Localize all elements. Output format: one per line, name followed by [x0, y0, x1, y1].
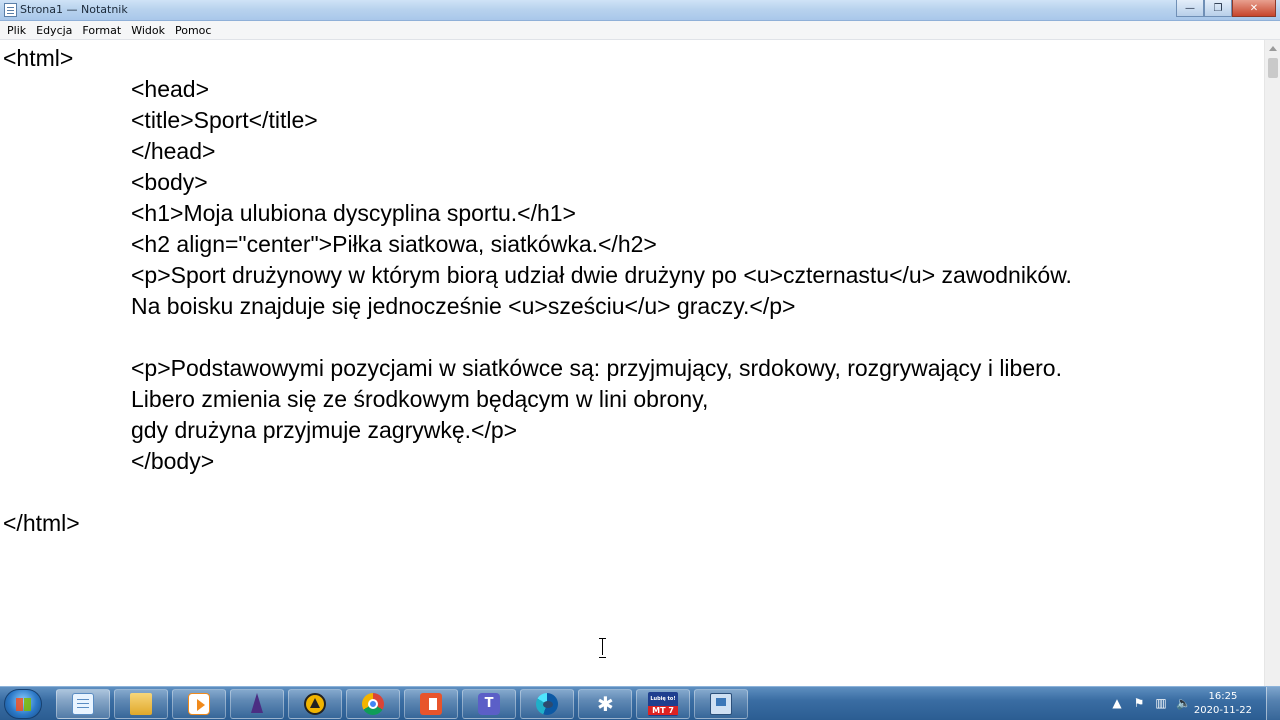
text-editor[interactable]: <html> <head> <title>Sport</title> </hea… — [0, 40, 1264, 686]
taskbar: T Lubię to! MT 7 ▲ ⚑ ▥ 🔈 16:25 2020-11-2… — [0, 686, 1280, 720]
menu-bar: Plik Edycja Format Widok Pomoc — [0, 21, 1280, 40]
chrome-icon — [362, 693, 384, 715]
taskbar-snowflake-app[interactable] — [578, 689, 632, 719]
editor-line: </html> — [3, 510, 80, 536]
editor-line: <title>Sport</title> — [131, 107, 318, 133]
clock-date: 2020-11-22 — [1193, 705, 1252, 716]
teams-icon: T — [478, 693, 500, 715]
minimize-button[interactable]: — — [1176, 0, 1204, 17]
mt7-top-label: Lubię to! — [650, 696, 676, 702]
snowflake-app-icon — [594, 693, 616, 715]
start-button[interactable] — [4, 689, 42, 719]
editor-line: <p>Podstawowymi pozycjami w siatkówce są… — [131, 355, 1062, 381]
scroll-thumb[interactable] — [1268, 58, 1278, 78]
folder-icon — [130, 693, 152, 715]
taskbar-office[interactable] — [404, 689, 458, 719]
notepad-icon — [72, 693, 94, 715]
menu-pomoc[interactable]: Pomoc — [170, 24, 216, 37]
triangle-app-icon — [304, 693, 326, 715]
menu-widok[interactable]: Widok — [126, 24, 170, 37]
vertical-scrollbar[interactable] — [1264, 40, 1280, 686]
editor-line: Libero zmienia się ze środkowym będącym … — [131, 386, 709, 412]
editor-line: Na boisku znajduje się jednocześnie <u>s… — [131, 293, 796, 319]
taskbar-media-player[interactable] — [172, 689, 226, 719]
taskbar-chrome[interactable] — [346, 689, 400, 719]
system-tray: ▲ ⚑ ▥ 🔈 16:25 2020-11-22 — [1110, 687, 1280, 720]
show-desktop-button[interactable] — [1266, 687, 1280, 720]
editor-line: <body> — [131, 169, 208, 195]
taskbar-explorer[interactable] — [114, 689, 168, 719]
taskbar-edge[interactable] — [520, 689, 574, 719]
taskbar-network-app[interactable] — [694, 689, 748, 719]
taskbar-mt7[interactable]: Lubię to! MT 7 — [636, 689, 690, 719]
clock-time: 16:25 — [1208, 691, 1238, 702]
volume-icon[interactable]: 🔈 — [1176, 696, 1191, 710]
editor-line: <html> — [3, 45, 74, 71]
network-icon[interactable]: ▥ — [1154, 696, 1168, 710]
edge-icon — [536, 693, 558, 715]
wizard-icon — [246, 693, 268, 715]
editor-line: <h1>Moja ulubiona dyscyplina sportu.</h1… — [131, 200, 576, 226]
editor-line: <head> — [131, 76, 210, 102]
mt7-icon: Lubię to! MT 7 — [648, 692, 678, 716]
clock[interactable]: 16:25 2020-11-22 — [1194, 690, 1252, 718]
taskbar-teams[interactable]: T — [462, 689, 516, 719]
title-bar: Strona1 — Notatnik — ❐ ✕ — [0, 0, 1280, 21]
taskbar-wizard[interactable] — [230, 689, 284, 719]
maximize-button[interactable]: ❐ — [1204, 0, 1232, 17]
menu-format[interactable]: Format — [77, 24, 126, 37]
editor-line: </body> — [131, 448, 215, 474]
window-title: Strona1 — Notatnik — [20, 3, 128, 16]
window-controls: — ❐ ✕ — [1176, 0, 1276, 18]
editor-line: </head> — [131, 138, 216, 164]
menu-edycja[interactable]: Edycja — [31, 24, 77, 37]
taskbar-triangle-app[interactable] — [288, 689, 342, 719]
media-player-icon — [188, 693, 210, 715]
editor-line: gdy drużyna przyjmuje zagrywkę.</p> — [131, 417, 518, 443]
editor-line: <h2 align="center">Piłka siatkowa, siatk… — [131, 231, 657, 257]
menu-plik[interactable]: Plik — [2, 24, 31, 37]
notepad-app-icon[interactable] — [4, 3, 17, 17]
arrow-up-icon[interactable]: ▲ — [1110, 696, 1124, 710]
editor-line: <p>Sport drużynowy w którym biorą udział… — [131, 262, 1072, 288]
taskbar-notepad[interactable] — [56, 689, 110, 719]
close-button[interactable]: ✕ — [1232, 0, 1276, 17]
scroll-up-icon[interactable] — [1269, 46, 1277, 51]
text-cursor-icon — [598, 638, 607, 658]
office-icon — [420, 693, 442, 715]
mt7-bottom-label: MT 7 — [648, 706, 678, 715]
flag-icon[interactable]: ⚑ — [1132, 696, 1146, 710]
network-app-icon — [710, 693, 732, 715]
